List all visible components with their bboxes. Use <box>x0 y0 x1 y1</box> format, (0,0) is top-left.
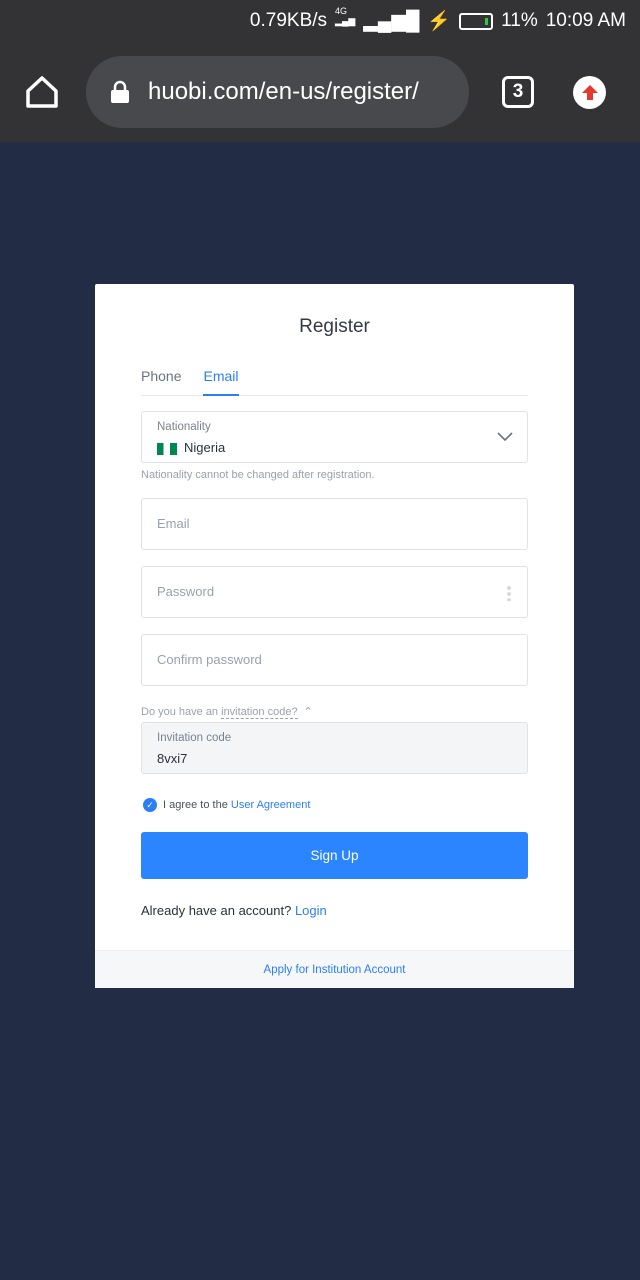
email-placeholder: Email <box>157 516 190 531</box>
lock-icon <box>111 80 129 103</box>
password-placeholder: Password <box>157 584 215 599</box>
checkbox-checked-icon[interactable]: ✓ <box>143 798 157 812</box>
invitation-value: 8vxi7 <box>157 751 188 766</box>
page-title: Register <box>299 316 370 337</box>
battery-icon <box>459 12 494 30</box>
home-icon[interactable] <box>24 74 60 110</box>
charging-icon: ⚡ <box>427 11 452 32</box>
user-agreement-link[interactable]: User Agreement <box>231 799 310 811</box>
agreement-row: ✓ I agree to the User Agreement <box>143 798 310 812</box>
nationality-label: Nationality <box>157 421 211 433</box>
clock: 10:09 AM <box>545 10 626 31</box>
invitation-link[interactable]: invitation code? <box>221 706 298 719</box>
tab-phone[interactable]: Phone <box>141 368 181 396</box>
chevron-down-icon <box>497 432 513 442</box>
institution-account-link[interactable]: Apply for Institution Account <box>264 964 406 976</box>
tab-email[interactable]: Email <box>203 368 239 396</box>
invitation-code-field[interactable]: Invitation code 8vxi7 <box>141 722 528 774</box>
register-tabs: Phone Email <box>141 368 528 396</box>
nationality-select[interactable]: Nationality Nigeria <box>141 411 528 463</box>
confirm-password-placeholder: Confirm password <box>157 652 262 667</box>
nationality-hint: Nationality cannot be changed after regi… <box>141 469 375 481</box>
confirm-password-field[interactable]: Confirm password <box>141 634 528 686</box>
institution-footer: Apply for Institution Account <box>95 950 574 988</box>
address-bar[interactable]: huobi.com/en-us/register/ <box>86 56 469 128</box>
invitation-toggle[interactable]: Do you have an invitation code? ⌃ <box>141 705 313 719</box>
login-prompt: Already have an account? Login <box>141 903 327 918</box>
email-field[interactable]: Email <box>141 498 528 550</box>
signal-4g-icon: 4G ▂▄▆ <box>335 5 356 26</box>
network-speed: 0.79KB/s <box>249 10 328 31</box>
have-account-text: Already have an account? <box>141 903 295 918</box>
chevron-up-icon: ⌃ <box>303 706 313 718</box>
register-card: Register Phone Email Nationality Nigeria… <box>95 284 574 988</box>
signal-icon: ▂▄▆█ <box>363 10 420 32</box>
invitation-label: Invitation code <box>157 732 232 744</box>
invitation-question: Do you have an <box>141 706 222 718</box>
more-dots-icon[interactable] <box>507 585 511 601</box>
nigeria-flag-icon <box>157 443 177 455</box>
status-bar: 0.79KB/s 4G ▂▄▆ ▂▄▆█ ⚡ 11% 10:09 AM <box>0 0 640 42</box>
tab-switcher-button[interactable]: 3 <box>502 76 534 108</box>
nationality-value: Nigeria <box>184 440 226 455</box>
update-arrow-icon[interactable] <box>573 76 606 109</box>
password-field[interactable]: Password <box>141 566 528 618</box>
url-text: huobi.com/en-us/register/ <box>148 78 419 105</box>
browser-toolbar: huobi.com/en-us/register/ 3 <box>0 42 640 142</box>
battery-percent: 11% <box>501 10 538 31</box>
sign-up-button[interactable]: Sign Up <box>141 832 528 879</box>
login-link[interactable]: Login <box>295 903 327 918</box>
agree-text: I agree to the <box>163 799 231 811</box>
